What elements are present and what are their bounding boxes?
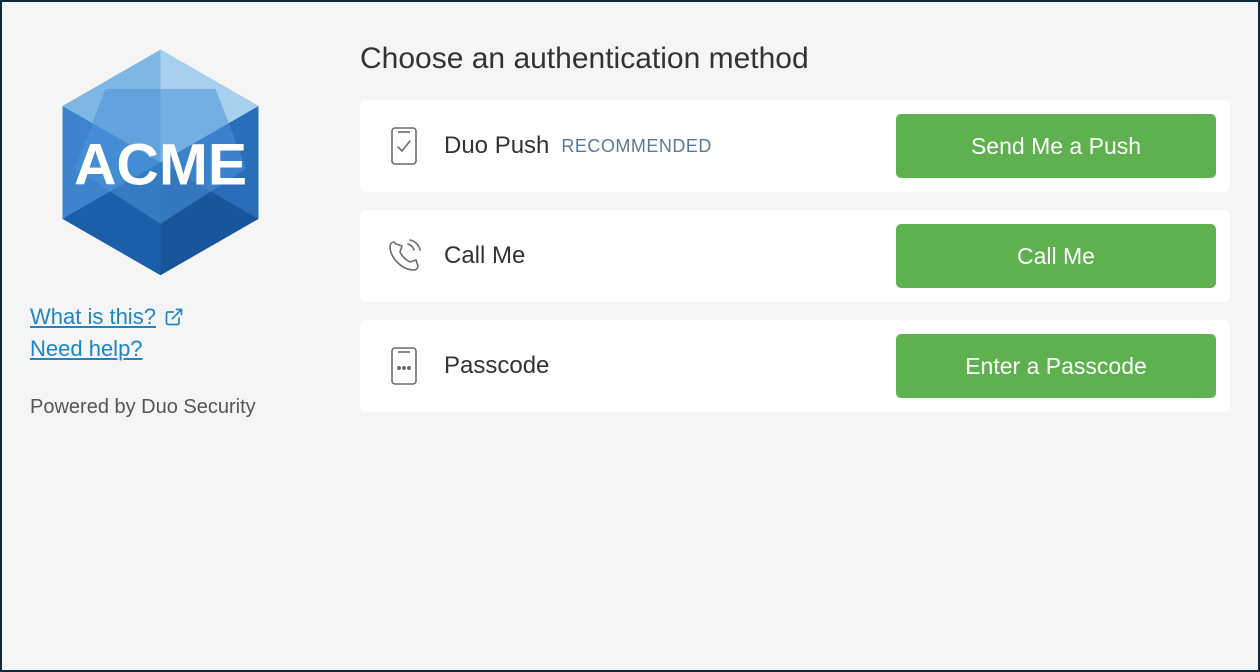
external-link-icon (164, 307, 184, 327)
need-help-link[interactable]: Need help? (30, 336, 143, 362)
brand-logo: ACME (30, 32, 290, 292)
call-me-button[interactable]: Call Me (896, 224, 1216, 288)
method-label-call: Call Me (444, 242, 896, 270)
need-help-label: Need help? (30, 336, 143, 362)
method-row-push: Duo Push RECOMMENDED Send Me a Push (360, 100, 1230, 192)
method-label-passcode: Passcode (444, 352, 896, 380)
brand-text: ACME (73, 132, 246, 197)
page-title: Choose an authentication method (360, 42, 1230, 76)
powered-by: Powered by Duo Security (30, 396, 340, 419)
phone-ring-icon (382, 238, 426, 274)
passcode-label-text: Passcode (444, 352, 549, 380)
main-panel: Choose an authentication method Duo Push… (350, 32, 1230, 430)
push-label-text: Duo Push (444, 132, 549, 160)
method-row-call: Call Me Call Me (360, 210, 1230, 302)
hexagon-logo-icon: ACME (38, 40, 283, 285)
recommended-badge: RECOMMENDED (561, 136, 712, 157)
what-is-this-label: What is this? (30, 304, 156, 330)
enter-passcode-button[interactable]: Enter a Passcode (896, 334, 1216, 398)
help-links: What is this? Need help? (30, 304, 340, 368)
phone-passcode-icon (382, 346, 426, 386)
auth-frame: ACME What is this? Ne (0, 0, 1260, 672)
what-is-this-link[interactable]: What is this? (30, 304, 184, 330)
method-label-push: Duo Push RECOMMENDED (444, 132, 896, 160)
send-push-button[interactable]: Send Me a Push (896, 114, 1216, 178)
method-row-passcode: Passcode Enter a Passcode (360, 320, 1230, 412)
phone-check-icon (382, 126, 426, 166)
sidebar: ACME What is this? Ne (30, 32, 350, 419)
call-label-text: Call Me (444, 242, 525, 270)
